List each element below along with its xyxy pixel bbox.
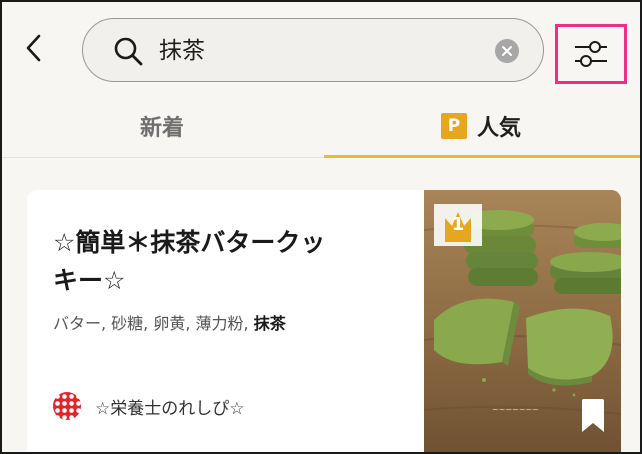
- svg-text:~~~~~~~: ~~~~~~~: [492, 405, 539, 414]
- rank-number: 1: [451, 214, 465, 235]
- recipe-title-line: キー☆: [53, 266, 126, 295]
- search-header: 抹茶: [2, 2, 640, 94]
- tab-popular[interactable]: P 人気: [322, 94, 640, 158]
- recipe-title-line: ☆簡単＊抹茶バタークッ: [53, 228, 326, 257]
- sliders-icon: [575, 41, 607, 67]
- chevron-left-icon: [26, 34, 41, 62]
- clear-icon: [502, 46, 512, 56]
- back-button[interactable]: [16, 28, 52, 68]
- tab-popular-label: 人気: [476, 116, 521, 141]
- recipe-title[interactable]: ☆簡単＊抹茶バタークッ キー☆: [53, 224, 413, 300]
- search-icon: [114, 37, 143, 66]
- bookmark-button[interactable]: [580, 398, 606, 434]
- search-query[interactable]: 抹茶: [159, 35, 205, 67]
- active-tab-indicator: [324, 155, 640, 158]
- recipe-photo[interactable]: ~~~~~~~ 1: [424, 190, 621, 452]
- avatar: [53, 392, 81, 420]
- tab-new[interactable]: 新着: [2, 94, 322, 158]
- ingredient-highlight: 抹茶: [253, 314, 286, 333]
- app-frame: 抹茶 新着 P 人気 ☆簡単＊抹茶バタークッ キー☆ バター, 砂糖, 卵黄, …: [0, 0, 642, 454]
- recipe-card[interactable]: ☆簡単＊抹茶バタークッ キー☆ バター, 砂糖, 卵黄, 薄力粉, 抹茶 ☆栄養…: [27, 190, 621, 452]
- tab-new-label: 新着: [139, 116, 184, 141]
- recipe-author[interactable]: ☆栄養士のれしぴ☆: [53, 391, 244, 421]
- sort-tabs: 新着 P 人気: [2, 94, 640, 158]
- search-input[interactable]: 抹茶: [82, 18, 544, 82]
- filter-button[interactable]: [555, 24, 627, 84]
- premium-badge-icon: P: [440, 113, 467, 139]
- author-name: ☆栄養士のれしぴ☆: [95, 398, 245, 419]
- rank-badge: 1: [434, 204, 482, 246]
- recipe-ingredients: バター, 砂糖, 卵黄, 薄力粉, 抹茶: [53, 312, 423, 336]
- bookmark-icon: [582, 399, 604, 432]
- clear-search-button[interactable]: [495, 39, 519, 63]
- ingredients-list: バター, 砂糖, 卵黄, 薄力粉,: [53, 314, 254, 333]
